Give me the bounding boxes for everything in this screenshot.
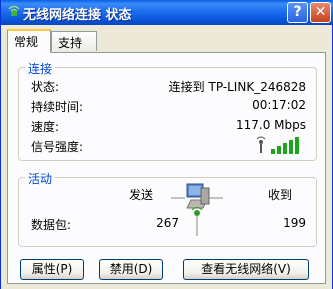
packets-label: 数据包: [31, 218, 72, 232]
antenna-icon [256, 136, 266, 153]
activity-group-title: 活动 [25, 170, 56, 187]
close-button[interactable]: ✕ [310, 2, 331, 23]
wireless-computer-icon [171, 183, 223, 236]
received-label: 收到 [268, 188, 293, 202]
signal-bar [289, 140, 293, 154]
tab-support[interactable]: 支持 [51, 31, 97, 51]
view-wireless-networks-button[interactable]: 查看无线网络(V) [183, 259, 309, 280]
tab-panel-general: 连接 状态: 连接到 TP-LINK_246828 持续时间: 00:17:02… [7, 52, 326, 284]
duration-label: 持续时间: [31, 100, 84, 114]
disable-button[interactable]: 禁用(D) [99, 259, 163, 280]
status-label: 状态: [31, 80, 60, 94]
signal-bar [295, 137, 299, 154]
wireless-network-icon [8, 5, 20, 16]
speed-value: 117.0 Mbps [235, 118, 306, 132]
sent-label: 发送 [129, 188, 154, 202]
signal-bar [271, 149, 275, 154]
duration-value: 00:17:02 [252, 98, 306, 112]
signal-strength-icon [256, 136, 299, 154]
speed-label: 速度: [31, 120, 60, 134]
activity-group: 活动 发送 收到 数据包: 267 199 [18, 170, 317, 247]
title-bar[interactable]: 无线网络连接 状态 ? ✕ [1, 0, 333, 25]
properties-button[interactable]: 属性(P) [20, 259, 84, 280]
connection-group: 连接 状态: 连接到 TP-LINK_246828 持续时间: 00:17:02… [18, 60, 317, 161]
tab-general[interactable]: 常规 [7, 29, 51, 53]
packets-received-value: 199 [283, 216, 306, 230]
signal-strength-label: 信号强度: [31, 140, 84, 154]
signal-bars [271, 137, 299, 154]
signal-bar [283, 143, 287, 154]
status-dialog: 无线网络连接 状态 ? ✕ 常规 支持 连接 状态: 连接到 TP-LINK_2… [0, 0, 333, 289]
signal-bar [277, 146, 281, 154]
window-title: 无线网络连接 状态 [23, 8, 132, 23]
help-button[interactable]: ? [287, 2, 308, 23]
status-value: 连接到 TP-LINK_246828 [168, 80, 306, 94]
connection-group-title: 连接 [25, 60, 56, 77]
